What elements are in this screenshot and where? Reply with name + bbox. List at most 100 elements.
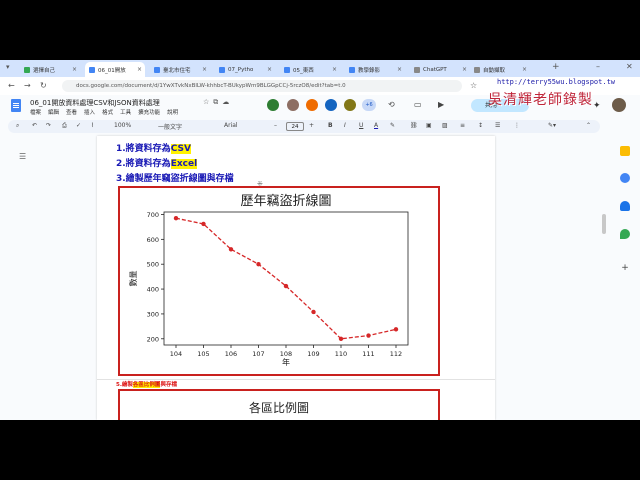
text-color-button[interactable]: A <box>374 122 378 129</box>
menu-item[interactable]: 檔案 <box>30 108 41 116</box>
bold-button[interactable]: B <box>328 122 333 129</box>
move-folder-icon[interactable]: ⧉ <box>213 98 222 106</box>
menu-item[interactable]: 擴充功能 <box>138 108 160 116</box>
close-window-icon[interactable]: ✕ <box>626 62 633 71</box>
browser-tab[interactable]: 臺北市住宅 × <box>150 62 210 77</box>
checklist-icon[interactable]: ☰ <box>495 122 500 129</box>
italic-button[interactable]: I <box>344 122 346 129</box>
tab-label: 06_01開放 <box>98 67 126 74</box>
tasks-icon[interactable] <box>620 173 630 183</box>
tab-close-icon[interactable]: × <box>137 66 142 73</box>
pie-chart-title: 各區比例圖 <box>248 401 309 415</box>
keep-icon[interactable] <box>620 146 630 156</box>
tab-close-icon[interactable]: × <box>462 66 467 73</box>
comment-icon[interactable]: ▭ <box>414 100 422 109</box>
star-icon[interactable]: ☆ <box>203 98 213 106</box>
watermark-name: 吳清輝老師錄製 <box>488 92 593 108</box>
font-size-input[interactable]: 24 <box>286 122 304 131</box>
document-page[interactable]: 1.將資料存為CSV 2.將資料存為Excel 3.繪製歷年竊盜折線圖與存檔 ⁜… <box>97 136 495 420</box>
bookmark-star-icon[interactable]: ☆ <box>470 81 477 90</box>
minimize-icon[interactable]: – <box>596 62 600 71</box>
browser-tab[interactable]: 教學錄影 × <box>345 62 405 77</box>
pie-chart-image[interactable]: 各區比例圖 <box>118 389 440 420</box>
browser-tab[interactable]: 05_東西 × <box>280 62 340 77</box>
menu-item[interactable]: 說明 <box>167 108 178 116</box>
print-icon[interactable]: ⎙ <box>62 122 67 130</box>
collaborator-avatar[interactable] <box>325 99 337 111</box>
zoom-select[interactable]: 100% <box>114 122 131 129</box>
tab-label: 教學錄影 <box>358 67 381 74</box>
browser-tab[interactable]: ChatGPT × <box>410 62 470 77</box>
menu-item[interactable]: 編輯 <box>48 108 59 116</box>
menu-item[interactable]: 格式 <box>102 108 113 116</box>
redo-icon[interactable]: ↷ <box>46 122 51 129</box>
user-avatar[interactable] <box>612 98 626 112</box>
url-field[interactable]: docs.google.com/document/d/1YwXTvkNxBlLW… <box>62 80 462 92</box>
comment-add-icon[interactable]: ▣ <box>426 122 432 129</box>
highlight-icon[interactable]: ✎ <box>390 122 395 129</box>
meet-icon[interactable]: ▶ <box>438 100 444 109</box>
document-title[interactable]: 06_01開放資料處理CSV和JSON資料處理 <box>30 98 160 108</box>
tab-close-icon[interactable]: × <box>202 66 207 73</box>
reload-icon[interactable]: ↻ <box>40 81 47 90</box>
align-icon[interactable]: ≡ <box>460 122 465 129</box>
new-tab-button[interactable]: + <box>552 62 560 72</box>
gemini-sparkle-icon[interactable]: ✦ <box>593 101 601 111</box>
font-select[interactable]: Arial <box>224 122 238 129</box>
collapse-toolbar-icon[interactable]: ⌃ <box>586 122 591 129</box>
image-icon[interactable]: ▨ <box>442 122 448 129</box>
contacts-icon[interactable] <box>620 201 630 211</box>
decrease-font-icon[interactable]: – <box>274 122 277 129</box>
more-collaborators-badge[interactable]: +6 <box>362 99 376 111</box>
underline-button[interactable]: U <box>359 122 363 129</box>
cloud-status-icon[interactable]: ☁ <box>222 98 233 106</box>
collaborator-avatar[interactable] <box>267 99 279 111</box>
tab-close-icon[interactable]: × <box>332 66 337 73</box>
maps-icon[interactable] <box>620 229 630 239</box>
browser-tab[interactable]: 07_Pytho × <box>215 62 275 77</box>
tab-close-icon[interactable]: × <box>267 66 272 73</box>
tab-search-icon[interactable]: ▾ <box>6 63 10 71</box>
increase-font-icon[interactable]: + <box>309 122 314 129</box>
browser-tab[interactable]: 選擇自己 × <box>20 62 80 77</box>
paint-format-icon[interactable]: ⌇ <box>91 122 94 129</box>
docs-logo-icon[interactable] <box>11 99 21 112</box>
editing-mode-icon[interactable]: ✎▾ <box>548 122 556 129</box>
back-icon[interactable]: ← <box>8 81 15 90</box>
style-select[interactable]: 一般文字 <box>158 122 182 131</box>
search-menus-icon[interactable]: ⌕ <box>16 122 19 130</box>
spellcheck-icon[interactable]: ✓ <box>76 122 81 129</box>
forward-icon[interactable]: → <box>24 81 31 90</box>
tab-label: ChatGPT <box>423 66 447 73</box>
tab-close-icon[interactable]: × <box>522 66 527 73</box>
menu-item[interactable]: 查看 <box>66 108 77 116</box>
tab-close-icon[interactable]: × <box>72 66 77 73</box>
outline-icon[interactable]: ☰ <box>19 152 26 161</box>
history-icon[interactable]: ⟲ <box>388 100 395 109</box>
tab-label: 自動擷取 <box>483 67 506 74</box>
line-spacing-icon[interactable]: ↕ <box>478 122 483 129</box>
link-icon[interactable]: ⛓ <box>410 122 418 129</box>
browser-tab[interactable]: 自動擷取 × <box>470 62 530 77</box>
heading-text: 1.將資料存為 <box>116 144 171 154</box>
tab-favicon-icon <box>89 66 95 73</box>
collaborator-avatar[interactable] <box>287 99 299 111</box>
x-tick-label: 109 <box>307 350 319 358</box>
collaborator-avatar[interactable] <box>306 99 318 111</box>
y-tick-label: 200 <box>147 335 159 343</box>
collaborator-avatar[interactable] <box>344 99 356 111</box>
add-addon-icon[interactable]: + <box>620 263 630 273</box>
menu-item[interactable]: 工具 <box>120 108 131 116</box>
more-options-icon[interactable]: ⋮ <box>514 122 520 129</box>
tab-close-icon[interactable]: × <box>397 66 402 73</box>
tab-strip: ▾ 選擇自己 × 06_01開放 × 臺北市住宅 × 07_Pytho × 05_東西 × 教學錄影… <box>0 60 640 77</box>
highlighted-text: 各區比例圖 <box>132 382 161 388</box>
series-line <box>175 217 397 340</box>
line-chart-image[interactable]: 歷年竊盜折線圖 200 300 400 500 600 700 104 105 106 107 108… <box>118 186 440 376</box>
browser-tab[interactable]: 06_01開放 × <box>85 62 145 77</box>
x-axis-label: 年 <box>282 357 290 367</box>
chart-title: 歷年竊盜折線圖 <box>240 193 331 209</box>
menu-item[interactable]: 插入 <box>84 108 95 116</box>
undo-icon[interactable]: ↶ <box>32 122 37 129</box>
vertical-scrollbar[interactable] <box>602 214 606 234</box>
